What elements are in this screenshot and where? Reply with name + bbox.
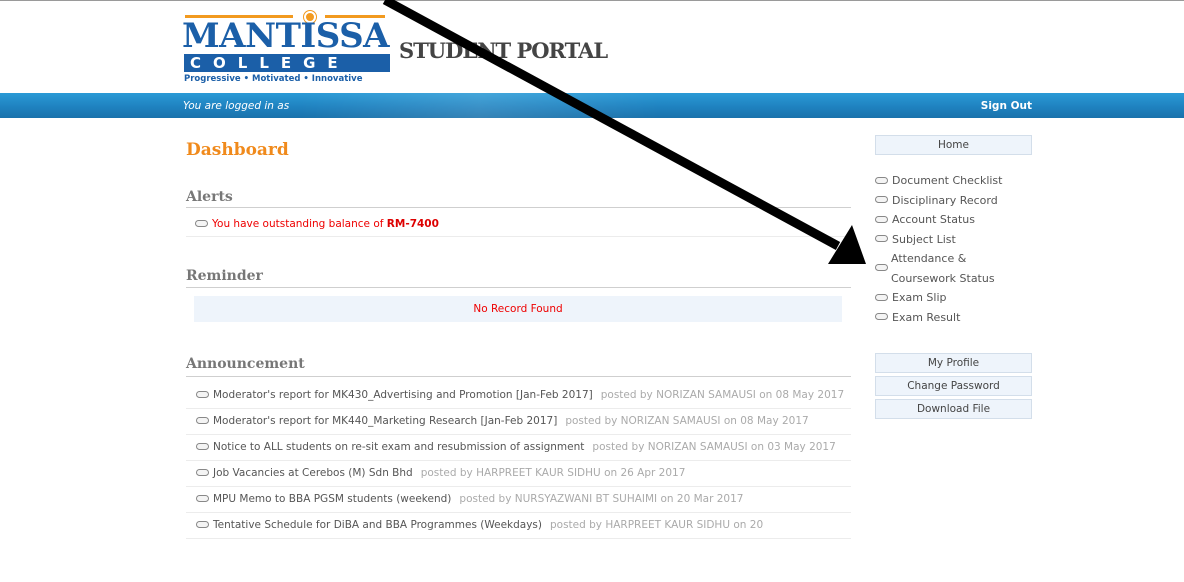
sidebar-item-label: Disciplinary Record xyxy=(892,193,998,207)
home-button[interactable]: Home xyxy=(875,135,1032,155)
announcement-posted: posted by HARPREET KAUR SIDHU on 26 Apr … xyxy=(420,467,686,479)
announcement-posted: posted by HARPREET KAUR SIDHU on 20 xyxy=(550,519,764,531)
sidebar-item-label: Exam Result xyxy=(892,310,961,324)
bullet-icon xyxy=(196,442,209,450)
bullet-icon xyxy=(875,313,888,320)
top-navbar: You are logged in as Sign Out xyxy=(0,93,1184,118)
sidebar-item-attendance-coursework[interactable]: Attendance & Coursework Status xyxy=(875,249,1025,288)
top-border xyxy=(0,0,1184,1)
announcement-divider xyxy=(186,376,851,377)
sidebar-item-label: Document Checklist xyxy=(892,174,1003,187)
announcement-posted: posted by NORIZAN SAMAUSI on 08 May 2017 xyxy=(565,415,809,427)
announcement-title: MPU Memo to BBA PGSM students (weekend) xyxy=(213,493,452,505)
announcement-item[interactable]: MPU Memo to BBA PGSM students (weekend) p… xyxy=(186,487,851,513)
announcement-item[interactable]: Notice to ALL students on re-sit exam an… xyxy=(186,435,851,461)
announcement-item[interactable]: Moderator's report for MK430_Advertising… xyxy=(186,383,851,409)
sidebar-item-document-checklist[interactable]: Document Checklist xyxy=(875,171,1045,191)
no-record-message: No Record Found xyxy=(194,296,842,322)
announcement-posted: posted by NORIZAN SAMAUSI on 03 May 2017 xyxy=(592,441,836,453)
announcement-title: Moderator's report for MK430_Advertising… xyxy=(213,389,593,401)
announcement-item[interactable]: Tentative Schedule for DiBA and BBA Prog… xyxy=(186,513,851,539)
change-password-button[interactable]: Change Password xyxy=(875,376,1032,396)
announcement-posted: posted by NORIZAN SAMAUSI on 08 May 2017 xyxy=(600,389,845,401)
bullet-icon xyxy=(875,264,888,271)
sidebar-item-label: Attendance & Coursework Status xyxy=(891,252,995,285)
alert-row-divider xyxy=(186,236,851,237)
bullet-icon xyxy=(195,219,208,227)
sidebar-item-account-status[interactable]: Account Status xyxy=(875,210,1045,230)
navbar-highlight xyxy=(300,93,660,118)
sidebar-item-label: Account Status xyxy=(892,213,975,226)
announcement-title: Job Vacancies at Cerebos (M) Sdn Bhd xyxy=(213,467,413,479)
bullet-icon xyxy=(875,196,888,203)
sidebar-item-exam-slip[interactable]: Exam Slip xyxy=(875,288,1045,308)
reminder-heading: Reminder xyxy=(186,268,263,284)
arrow-head xyxy=(828,225,866,264)
logged-in-text: You are logged in as xyxy=(183,100,290,112)
logo-tagline: Progressive • Motivated • Innovative xyxy=(184,74,363,84)
bullet-icon xyxy=(875,293,888,301)
arrow-shaft xyxy=(382,0,841,250)
sidebar-item-label: Subject List xyxy=(892,232,956,246)
alert-text: You have outstanding balance of xyxy=(212,218,387,230)
logo-college: COLLEGE xyxy=(184,54,390,72)
announcement-posted: posted by NURSYAZWANI BT SUHAIMI on 20 M… xyxy=(459,493,744,505)
portal-title: STUDENT PORTAL xyxy=(399,38,608,63)
alert-item[interactable]: You have outstanding balance of RM-7400 xyxy=(195,218,439,230)
page-title: Dashboard xyxy=(186,140,289,160)
alerts-heading: Alerts xyxy=(186,189,233,205)
bullet-icon xyxy=(196,468,209,476)
my-profile-button[interactable]: My Profile xyxy=(875,353,1032,373)
download-file-button[interactable]: Download File xyxy=(875,399,1032,419)
sign-out-link[interactable]: Sign Out xyxy=(981,100,1032,112)
bullet-icon xyxy=(196,390,209,398)
bullet-icon xyxy=(875,215,888,223)
bullet-icon xyxy=(875,176,888,184)
bullet-icon xyxy=(196,520,209,528)
college-logo: MANTISSA COLLEGE Progressive • Motivated… xyxy=(182,9,394,86)
announcement-title: Moderator's report for MK440_Marketing R… xyxy=(213,415,558,427)
alert-amount: RM-7400 xyxy=(386,218,439,230)
announcement-title: Tentative Schedule for DiBA and BBA Prog… xyxy=(213,519,542,531)
alerts-divider xyxy=(186,207,851,208)
logo-name: MANTISSA xyxy=(182,16,390,56)
announcement-list: Moderator's report for MK430_Advertising… xyxy=(186,383,851,539)
sidebar-item-disciplinary-record[interactable]: Disciplinary Record xyxy=(875,191,1045,211)
reminder-divider xyxy=(186,287,851,288)
bullet-icon xyxy=(875,235,888,242)
sidebar-item-exam-result[interactable]: Exam Result xyxy=(875,308,1045,328)
bullet-icon xyxy=(196,494,209,502)
announcement-item[interactable]: Moderator's report for MK440_Marketing R… xyxy=(186,409,851,435)
announcement-heading: Announcement xyxy=(186,356,305,372)
sidebar-item-subject-list[interactable]: Subject List xyxy=(875,230,1045,250)
announcement-title: Notice to ALL students on re-sit exam an… xyxy=(213,441,585,453)
sidebar-menu: Document Checklist Disciplinary Record A… xyxy=(875,171,1045,327)
announcement-item[interactable]: Job Vacancies at Cerebos (M) Sdn Bhd post… xyxy=(186,461,851,487)
bullet-icon xyxy=(196,416,209,424)
sidebar-item-label: Exam Slip xyxy=(892,291,947,304)
